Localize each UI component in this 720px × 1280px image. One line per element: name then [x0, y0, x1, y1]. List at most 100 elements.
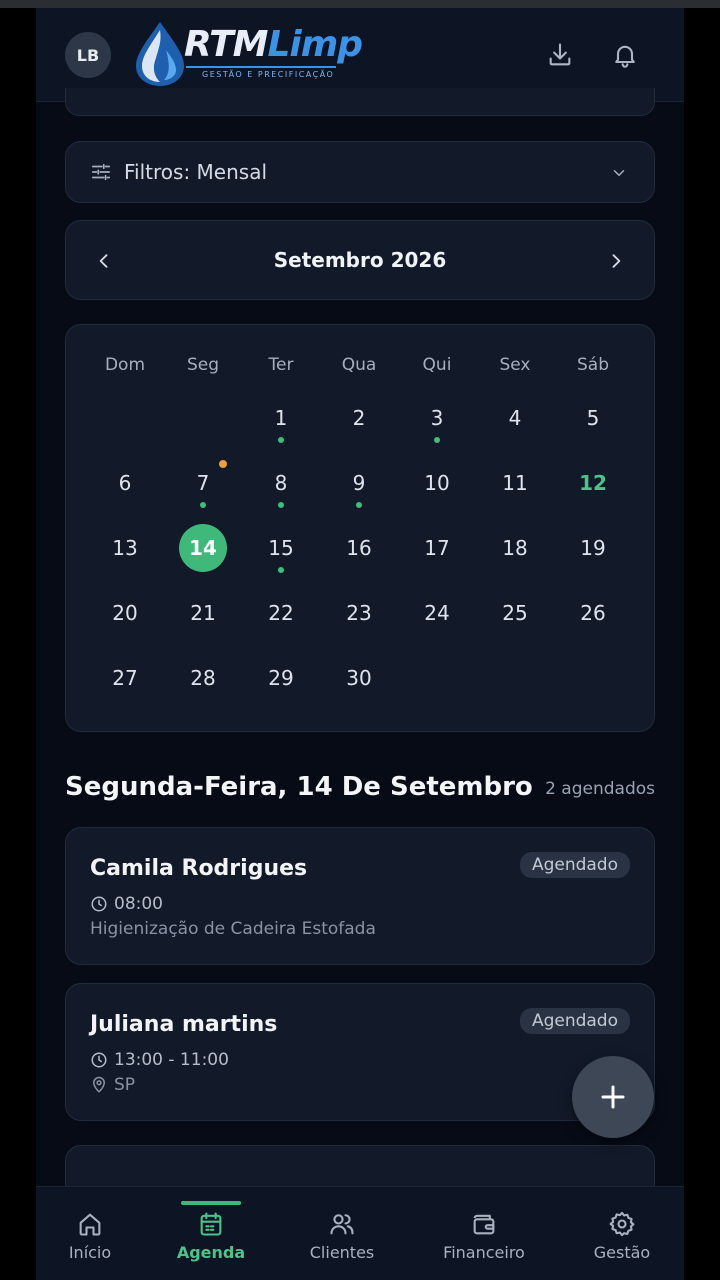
calendar-day-selected[interactable]: 14	[164, 520, 242, 576]
service-description: Higienização de Cadeira Estofada	[90, 919, 376, 939]
weekday-label: Dom	[104, 355, 146, 375]
client-name: Juliana martins	[90, 1012, 278, 1037]
calendar-day[interactable]: 10	[398, 455, 476, 511]
download-icon[interactable]	[543, 38, 577, 72]
calendar-day[interactable]: 29	[242, 650, 320, 706]
status-strip	[0, 0, 720, 8]
nav-agenda[interactable]: Agenda	[171, 1187, 251, 1280]
time-row: 13:00 - 11:00	[90, 1050, 229, 1070]
app-frame: LB RTMLimp GESTÃO E PRECIFICAÇÃO Filtros…	[36, 8, 684, 1280]
collapsed-card	[65, 88, 655, 116]
event-dot	[356, 502, 362, 508]
home-icon	[79, 1213, 101, 1236]
clock-icon	[91, 896, 107, 912]
client-name: Camila Rodrigues	[90, 856, 308, 881]
calendar-day[interactable]: 15	[242, 520, 320, 576]
avatar[interactable]: LB	[65, 32, 111, 78]
appointment-card[interactable]: Juliana martins Agendado 13:00 - 11:00 S…	[65, 983, 655, 1121]
calendar-day-highlighted[interactable]: 12	[554, 455, 632, 511]
calendar-day[interactable]: 30	[320, 650, 398, 706]
nav-label: Início	[68, 1243, 112, 1262]
bell-icon[interactable]	[608, 38, 642, 72]
pending-dot	[219, 460, 227, 468]
appointment-location: SP	[114, 1075, 136, 1095]
event-dot	[278, 437, 284, 443]
nav-label: Gestão	[593, 1243, 651, 1262]
wallet-icon	[473, 1214, 495, 1235]
bottom-navigation: Início Agenda Clientes Financeiro Gestão	[36, 1186, 684, 1280]
month-title: Setembro 2026	[273, 248, 447, 272]
logo-underline	[186, 66, 336, 68]
nav-clientes[interactable]: Clientes	[302, 1187, 382, 1280]
appointment-count: 2 agendados	[545, 779, 655, 799]
weekday-label: Sex	[499, 355, 531, 375]
calendar-day[interactable]: 1	[242, 390, 320, 446]
filter-dropdown[interactable]: Filtros: Mensal	[65, 141, 655, 203]
calendar-day[interactable]: 22	[242, 585, 320, 641]
sliders-icon	[91, 163, 111, 181]
calendar-grid: Dom Seg Ter Qua Qui Sex Sáb 1 2 3 4 5 6 …	[65, 324, 655, 732]
appointment-time: 08:00	[114, 894, 163, 914]
calendar-day[interactable]: 13	[86, 520, 164, 576]
calendar-day[interactable]: 21	[164, 585, 242, 641]
calendar-day[interactable]: 24	[398, 585, 476, 641]
calendar-day[interactable]: 2	[320, 390, 398, 446]
calendar-day[interactable]: 18	[476, 520, 554, 576]
event-dot	[200, 502, 206, 508]
map-pin-icon	[92, 1076, 106, 1093]
users-icon	[330, 1214, 354, 1235]
appointment-time: 13:00 - 11:00	[114, 1050, 229, 1070]
calendar-day[interactable]: 17	[398, 520, 476, 576]
calendar-day[interactable]: 23	[320, 585, 398, 641]
plus-icon	[601, 1085, 625, 1109]
calendar-day[interactable]: 5	[554, 390, 632, 446]
weekday-label: Sáb	[577, 355, 609, 375]
calendar-day[interactable]: 11	[476, 455, 554, 511]
calendar-day[interactable]: 9	[320, 455, 398, 511]
location-row: SP	[90, 1075, 135, 1095]
brand-logo: RTMLimp GESTÃO E PRECIFICAÇÃO	[132, 20, 363, 90]
weekday-label: Seg	[186, 355, 220, 375]
calendar-day[interactable]: 25	[476, 585, 554, 641]
nav-gestao[interactable]: Gestão	[586, 1187, 658, 1280]
nav-label: Financeiro	[443, 1243, 525, 1262]
calendar-day[interactable]: 8	[242, 455, 320, 511]
filter-label: Filtros: Mensal	[124, 160, 268, 184]
event-dot	[434, 437, 440, 443]
calendar-day[interactable]: 4	[476, 390, 554, 446]
calendar-day[interactable]: 3	[398, 390, 476, 446]
event-dot	[278, 567, 284, 573]
gear-icon	[609, 1211, 635, 1237]
calendar-day[interactable]: 7	[164, 455, 242, 511]
logo-tagline: GESTÃO E PRECIFICAÇÃO	[202, 70, 335, 79]
nav-inicio[interactable]: Início	[60, 1187, 120, 1280]
selected-day-heading: Segunda-Feira, 14 De Setembro	[65, 772, 533, 802]
status-badge: Agendado	[519, 852, 630, 878]
drop-logo-icon	[136, 22, 184, 86]
chevron-right-icon	[612, 254, 621, 268]
status-badge: Agendado	[519, 1008, 630, 1034]
event-dot	[278, 502, 284, 508]
nav-label: Agenda	[176, 1243, 246, 1262]
calendar-day[interactable]: 27	[86, 650, 164, 706]
weekday-label: Ter	[268, 355, 294, 375]
calendar-day[interactable]: 28	[164, 650, 242, 706]
nav-financeiro[interactable]: Financeiro	[434, 1187, 534, 1280]
appointment-card[interactable]: Camila Rodrigues Agendado 08:00 Higieniz…	[65, 827, 655, 965]
add-appointment-button[interactable]	[572, 1056, 654, 1138]
logo-wordmark: RTMLimp	[184, 24, 363, 65]
time-row: 08:00	[90, 894, 163, 914]
clock-icon	[91, 1052, 107, 1068]
calendar-day[interactable]: 16	[320, 520, 398, 576]
calendar-day[interactable]: 19	[554, 520, 632, 576]
weekday-label: Qui	[422, 355, 452, 375]
chevron-down-icon	[613, 170, 625, 176]
weekday-label: Qua	[341, 355, 377, 375]
calendar-day[interactable]: 20	[86, 585, 164, 641]
calendar-day[interactable]: 26	[554, 585, 632, 641]
nav-label: Clientes	[309, 1243, 375, 1262]
calendar-day[interactable]: 6	[86, 455, 164, 511]
month-navigator: Setembro 2026	[65, 220, 655, 300]
next-month-button[interactable]	[602, 247, 630, 275]
calendar-icon	[200, 1212, 222, 1236]
